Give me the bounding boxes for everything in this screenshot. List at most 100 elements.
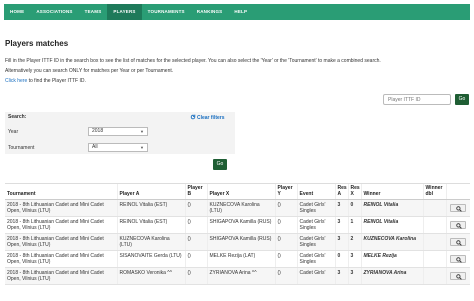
cell-player-b: (): [185, 233, 208, 251]
table-row: 2018 - 8th Lithuanian Cadet and Mini Cad…: [5, 199, 470, 217]
cell-tournament: 2018 - 8th Lithuanian Cadet and Mini Cad…: [5, 233, 118, 251]
cell-winner: REINOL Vitalia: [361, 216, 424, 234]
search-icon: [456, 223, 462, 229]
cell-event: Cadet Girls': [297, 267, 336, 285]
col-header-player-a[interactable]: Player A: [117, 184, 186, 200]
col-header-player-x[interactable]: Player X: [207, 184, 276, 200]
col-header-winner-dbl[interactable]: Winner dbl: [423, 184, 447, 200]
cell-player-y: (): [275, 250, 298, 268]
tournament-select-value: All: [92, 144, 98, 150]
cell-player-x: KUZNECOVA Karolina (LTU): [207, 199, 276, 217]
col-header-res-x[interactable]: Res X: [348, 184, 362, 200]
cell-winner: KUZNECOVA Karolina: [361, 233, 424, 251]
table-header-row: Tournament Player A Player B Player X Pl…: [5, 184, 470, 200]
col-header-winner[interactable]: Winner: [361, 184, 424, 200]
nav-item-help[interactable]: HELP: [228, 4, 253, 20]
year-select-value: 2018: [92, 128, 104, 134]
page-title: Players matches: [5, 39, 69, 48]
view-match-button[interactable]: [450, 255, 466, 263]
cell-res-a: 3: [335, 199, 349, 217]
cell-event: Cadet Girls' Singles: [297, 199, 336, 217]
year-label: Year: [8, 129, 19, 135]
cell-winner-dbl: [423, 267, 447, 285]
cell-event: Cadet Girls' Singles: [297, 250, 336, 268]
cell-player-x: MELKE Rezija (LAT): [207, 250, 276, 268]
matches-table: Tournament Player A Player B Player X Pl…: [5, 183, 470, 301]
nav-item-associations[interactable]: ASSOCIATIONS: [30, 4, 78, 20]
view-match-button[interactable]: [450, 204, 466, 212]
cell-actions: [446, 267, 470, 285]
table-row: 2018 - 8th Lithuanian Cadet and Mini Cad…: [5, 250, 470, 268]
table-row: 2018 - 8th Lithuanian Cadet and Mini Cad…: [5, 216, 470, 234]
filters-go-button[interactable]: Go: [213, 159, 227, 170]
cell-tournament: 2018 - 8th Lithuanian Cadet and Mini Cad…: [5, 216, 118, 234]
cell-player-a: KUZNECOVA Karolina (LTU): [117, 233, 186, 251]
cell-res-a: 0: [335, 250, 349, 268]
cell-res-x: 3: [348, 250, 362, 268]
search-go-button[interactable]: Go: [455, 94, 469, 105]
cell-player-y: (): [275, 267, 298, 285]
cell-res-x: 3: [348, 267, 362, 285]
cell-actions: [446, 199, 470, 217]
cell-event: Cadet Girls' Singles: [297, 233, 336, 251]
cell-tournament: 2018 - 8th Lithuanian Cadet and Mini Cad…: [5, 267, 118, 285]
cell-player-x: SHIGAPOVA Kamilla (RUS): [207, 216, 276, 234]
filters-title: Search:: [8, 114, 27, 120]
nav-item-players[interactable]: PLAYERS: [107, 4, 142, 20]
intro-link-line: Click here to find the Player ITTF ID.: [5, 78, 86, 84]
col-header-player-b[interactable]: Player B: [185, 184, 208, 200]
intro-text: Fill in the Player ITTF ID in the search…: [5, 58, 381, 64]
search-icon: [456, 240, 462, 246]
nav-item-rankings[interactable]: RANKINGS: [191, 4, 229, 20]
cell-winner-dbl: [423, 216, 447, 234]
cell-player-a: SISANOVAITE Gerda (LTU): [117, 250, 186, 268]
top-navigation: HOME ASSOCIATIONS TEAMS PLAYERS TOURNAME…: [4, 4, 470, 20]
player-id-search-input[interactable]: [383, 94, 451, 105]
view-match-button[interactable]: [450, 238, 466, 246]
clear-filters-link[interactable]: Clear filters: [190, 114, 225, 121]
cell-player-y: (): [275, 233, 298, 251]
cell-res-a: 3: [335, 216, 349, 234]
clear-filters-label: Clear filters: [197, 115, 225, 121]
nav-item-teams[interactable]: TEAMS: [79, 4, 108, 20]
search-icon: [456, 206, 462, 212]
search-icon: [456, 274, 462, 280]
year-select[interactable]: 2018 ▼: [88, 127, 148, 136]
tournament-select[interactable]: All ▼: [88, 143, 148, 152]
cell-res-x: 1: [348, 216, 362, 234]
cell-player-b: (): [185, 267, 208, 285]
cell-res-x: 0: [348, 199, 362, 217]
cell-winner: MELKE Rezija: [361, 250, 424, 268]
cell-actions: [446, 250, 470, 268]
cell-actions: [446, 216, 470, 234]
col-header-tournament[interactable]: Tournament: [5, 184, 118, 200]
cell-player-b: (): [185, 250, 208, 268]
cell-player-x: SHIGAPOVA Kamilla (RUS): [207, 233, 276, 251]
cell-player-b: (): [185, 199, 208, 217]
col-header-res-a[interactable]: Res A: [335, 184, 349, 200]
nav-item-home[interactable]: HOME: [4, 4, 30, 20]
tournament-label: Tournament: [8, 145, 35, 151]
cell-player-y: (): [275, 199, 298, 217]
view-match-button[interactable]: [450, 221, 466, 229]
cell-winner-dbl: [423, 233, 447, 251]
cell-player-a: REINOL Vitalia (EST): [117, 199, 186, 217]
cell-player-b: (): [185, 216, 208, 234]
cell-winner-dbl: [423, 250, 447, 268]
cell-winner: ZYRIANOVA Arina: [361, 267, 424, 285]
click-here-link[interactable]: Click here: [5, 78, 27, 84]
chevron-down-icon: ▼: [140, 145, 144, 150]
cell-player-x: ZYRIANOVA Arina ^^: [207, 267, 276, 285]
table-row: 2018 - 8th Lithuanian Cadet and Mini Cad…: [5, 267, 470, 285]
cell-res-a: 3: [335, 233, 349, 251]
view-match-button[interactable]: [450, 272, 466, 280]
nav-item-tournaments[interactable]: TOURNAMENTS: [142, 4, 191, 20]
search-icon: [456, 257, 462, 263]
col-header-player-y[interactable]: Player Y: [275, 184, 298, 200]
col-header-event[interactable]: Event: [297, 184, 336, 200]
cell-tournament: 2018 - 8th Lithuanian Cadet and Mini Cad…: [5, 199, 118, 217]
cell-player-y: (): [275, 216, 298, 234]
refresh-icon: [190, 114, 196, 120]
intro-text-alt: Alternatively you can search ONLY for ma…: [5, 68, 174, 74]
cell-res-a: 3: [335, 267, 349, 285]
